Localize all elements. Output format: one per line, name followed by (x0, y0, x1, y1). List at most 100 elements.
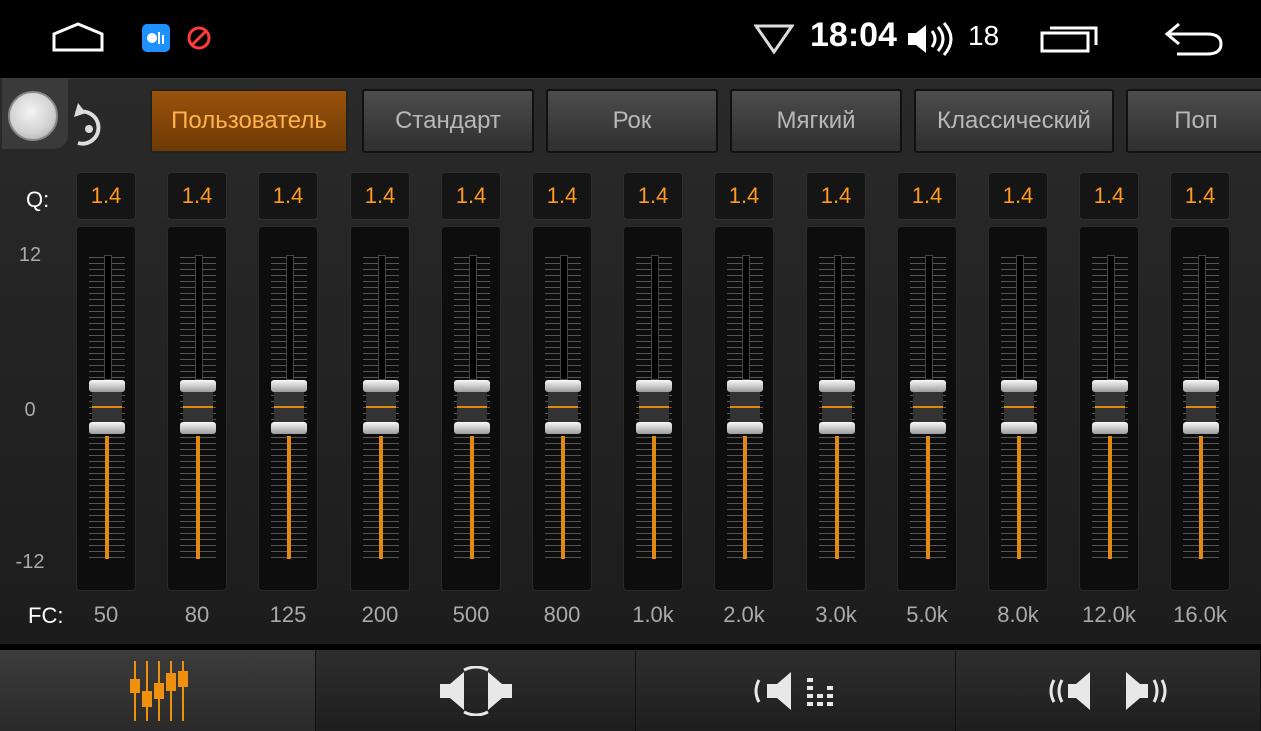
surround-tab[interactable] (956, 650, 1261, 731)
fc-value: 3.0k (815, 602, 857, 627)
q-value[interactable]: 1.4 (167, 172, 227, 220)
slider-thumb[interactable] (910, 378, 946, 436)
home-icon[interactable] (52, 22, 104, 52)
recent-apps-icon[interactable] (1040, 25, 1098, 53)
fc-value: 500 (452, 602, 490, 627)
gain-slider-track[interactable] (988, 226, 1048, 591)
surround-icon (1049, 671, 1167, 710)
slider-rail-lower (287, 436, 291, 559)
eq-band: 1.4 2.0k (714, 172, 774, 627)
scale-top-label: 12 (18, 244, 42, 266)
preset-button[interactable]: Стандарт (362, 89, 534, 153)
slider-thumb[interactable] (636, 378, 672, 436)
slider-rail-upper (1198, 255, 1206, 380)
slider-rail-lower (1017, 436, 1021, 559)
gain-slider-track[interactable] (897, 226, 957, 591)
slider-rail-lower (652, 436, 656, 559)
slider-thumb[interactable] (454, 378, 490, 436)
eq-band: 1.4 50 (76, 172, 136, 627)
q-value[interactable]: 1.4 (441, 172, 501, 220)
q-value[interactable]: 1.4 (897, 172, 957, 220)
q-value[interactable]: 1.4 (350, 172, 410, 220)
slider-thumb[interactable] (819, 378, 855, 436)
gain-slider-track[interactable] (714, 226, 774, 591)
slider-rail-lower (561, 436, 565, 559)
eq-band: 1.4 500 (441, 172, 501, 627)
fc-value: 125 (269, 602, 307, 627)
slider-thumb[interactable] (727, 378, 763, 436)
fc-value: 80 (184, 602, 210, 627)
reset-icon[interactable] (64, 95, 114, 155)
q-value[interactable]: 1.4 (1170, 172, 1230, 220)
balance-tab[interactable] (316, 650, 636, 731)
slider-rail-lower (743, 436, 747, 559)
slider-thumb[interactable] (363, 378, 399, 436)
clock: 18:04 (810, 16, 897, 54)
fc-value: 5.0k (906, 602, 948, 627)
subwoofer-icon (754, 671, 833, 710)
slider-thumb[interactable] (1183, 378, 1219, 436)
q-value[interactable]: 1.4 (76, 172, 136, 220)
q-value[interactable]: 1.4 (532, 172, 592, 220)
slider-rail-upper (195, 255, 203, 380)
equalizer-icon (129, 660, 188, 721)
fc-value: 1.0k (632, 602, 674, 627)
preset-button[interactable]: Поп (1126, 89, 1261, 153)
slider-thumb[interactable] (1092, 378, 1128, 436)
q-value[interactable]: 1.4 (988, 172, 1048, 220)
slider-rail-upper (925, 255, 933, 380)
eq-band: 1.4 8.0k (988, 172, 1048, 627)
slider-rail-lower (196, 436, 200, 559)
gain-slider-track[interactable] (167, 226, 227, 591)
slider-rail-upper (742, 255, 750, 380)
slider-thumb[interactable] (271, 378, 307, 436)
gain-slider-track[interactable] (1170, 226, 1230, 591)
slider-thumb[interactable] (180, 378, 216, 436)
q-value[interactable]: 1.4 (258, 172, 318, 220)
slider-thumb[interactable] (545, 378, 581, 436)
gain-slider-track[interactable] (806, 226, 866, 591)
preset-button[interactable]: Рок (546, 89, 718, 153)
slider-thumb[interactable] (89, 378, 125, 436)
q-value[interactable]: 1.4 (714, 172, 774, 220)
preset-button[interactable]: Мягкий (730, 89, 902, 153)
eq-band: 1.4 80 (167, 172, 227, 627)
gain-slider-track[interactable] (350, 226, 410, 591)
q-value[interactable]: 1.4 (623, 172, 683, 220)
q-value[interactable]: 1.4 (1079, 172, 1139, 220)
preset-button[interactable]: Пользователь (150, 89, 348, 153)
gain-slider-track[interactable] (441, 226, 501, 591)
fc-value: 50 (93, 602, 119, 627)
back-icon[interactable] (1163, 20, 1225, 56)
gain-slider-track[interactable] (76, 226, 136, 591)
q-label: Q: (26, 187, 50, 212)
eq-band: 1.4 3.0k (806, 172, 866, 627)
slider-rail-upper (1016, 255, 1024, 380)
preset-bar: Пользователь Стандарт Рок Мягкий Классически… (150, 89, 1261, 157)
gain-slider-track[interactable] (258, 226, 318, 591)
gain-slider-track[interactable] (1079, 226, 1139, 591)
equalizer-tab[interactable] (0, 650, 316, 731)
slider-thumb[interactable] (1001, 378, 1037, 436)
subwoofer-tab[interactable] (636, 650, 956, 731)
slider-rail-lower (105, 436, 109, 559)
equalizer-toggle[interactable] (2, 79, 68, 149)
slider-rail-upper (651, 255, 659, 380)
volume-icon[interactable] (904, 22, 964, 56)
gain-slider-track[interactable] (532, 226, 592, 591)
scale-bottom-label: -12 (15, 551, 45, 573)
slider-rail-upper (560, 255, 568, 380)
slider-rail-upper (286, 255, 294, 380)
toggle-knob[interactable] (8, 91, 58, 141)
slider-rail-lower (470, 436, 474, 559)
fc-value: 2.0k (723, 602, 765, 627)
q-value[interactable]: 1.4 (806, 172, 866, 220)
app-notification-icon[interactable] (142, 24, 170, 52)
gain-slider-track[interactable] (623, 226, 683, 591)
slider-rail-upper (834, 255, 842, 380)
slider-rail-lower (926, 436, 930, 559)
fc-label: FC: (28, 603, 64, 628)
fc-value: 800 (543, 602, 581, 627)
fc-value: 16.0k (1173, 602, 1227, 627)
preset-button[interactable]: Классический (914, 89, 1114, 153)
